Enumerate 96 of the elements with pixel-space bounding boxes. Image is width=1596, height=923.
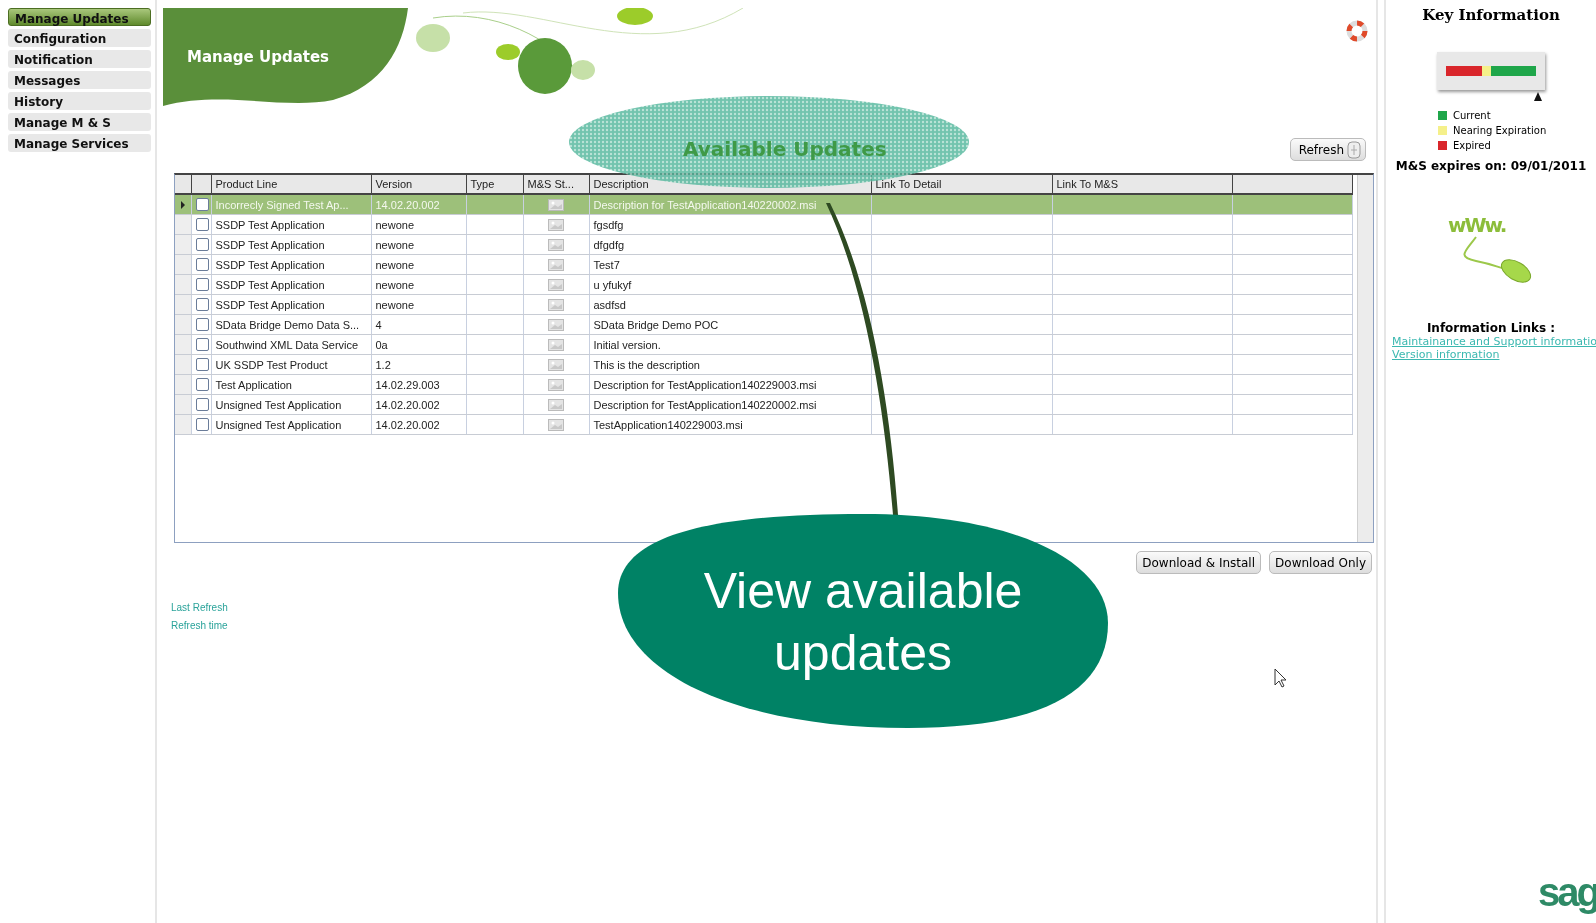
row-checkbox[interactable] xyxy=(195,378,209,391)
table-cell: newone xyxy=(371,274,466,295)
table-cell: SData Bridge Demo Data S... xyxy=(211,314,371,335)
row-checkbox[interactable] xyxy=(195,258,209,271)
refresh-label: Last Refresh xyxy=(171,602,229,613)
column-header[interactable]: Type xyxy=(466,175,523,194)
table-row[interactable]: SData Bridge Demo Data S... 4 SData Bridge Demo POC xyxy=(175,314,1352,335)
image-icon xyxy=(548,338,564,351)
panel-title: Key Information xyxy=(1422,6,1560,24)
row-pointer-icon xyxy=(180,200,186,209)
table-cell: 4 xyxy=(371,314,466,335)
table-row[interactable]: SSDP Test Application newone asdfsd xyxy=(175,294,1352,315)
image-icon xyxy=(548,238,564,251)
image-icon xyxy=(548,218,564,231)
pointer-triangle-icon xyxy=(1534,92,1542,101)
image-icon xyxy=(548,358,564,371)
row-checkbox[interactable] xyxy=(195,418,209,431)
row-checkbox[interactable] xyxy=(195,238,209,251)
table-cell: Unsigned Test Application xyxy=(211,394,371,415)
table-cell: UK SSDP Test Product xyxy=(211,354,371,375)
help-lifebuoy-icon[interactable] xyxy=(1346,20,1368,42)
table-row[interactable]: UK SSDP Test Product 1.2 This is the description xyxy=(175,354,1352,375)
refresh-label: Refresh time xyxy=(171,620,229,631)
table-row[interactable]: SSDP Test Application newone Test7 xyxy=(175,254,1352,275)
column-header[interactable]: Product Line xyxy=(211,175,371,194)
sidebar-item[interactable]: Manage Services xyxy=(8,134,151,152)
table-row[interactable]: Test Application 14.02.29.003 Description for TestApplication140229003.msi xyxy=(175,374,1352,395)
row-checkbox[interactable] xyxy=(195,358,209,371)
sidebar-item[interactable]: Notification xyxy=(8,50,151,68)
action-button[interactable]: Download & Install xyxy=(1136,551,1262,574)
table-cell: TestApplication140229003.msi xyxy=(589,414,871,435)
table-row[interactable]: Unsigned Test Application 14.02.20.002 TestApplication140229003.msi xyxy=(175,414,1352,435)
action-button[interactable]: Download Only xyxy=(1269,551,1372,574)
refresh-icon xyxy=(1347,140,1361,159)
row-checkbox[interactable] xyxy=(195,298,209,311)
column-header[interactable]: Version xyxy=(371,175,466,194)
table-cell: 14.02.20.002 xyxy=(371,414,466,435)
table-cell: newone xyxy=(371,254,466,275)
callout-text: Available Updates xyxy=(683,137,887,161)
image-icon xyxy=(548,378,564,391)
mouse-cursor-icon xyxy=(1274,668,1288,688)
table-cell: SSDP Test Application xyxy=(211,294,371,315)
expiry-date: M&S expires on: 09/01/2011 xyxy=(1395,159,1587,173)
table-row[interactable]: SSDP Test Application newone u yfukyf xyxy=(175,274,1352,295)
column-header[interactable]: Link To Detail xyxy=(871,175,1052,194)
table-cell: Description for TestApplication140229003.msi xyxy=(589,374,871,395)
table-row[interactable]: SSDP Test Application newone dfgdfg xyxy=(175,234,1352,255)
scrollbar[interactable] xyxy=(1357,175,1373,542)
table-cell: 14.02.20.002 xyxy=(371,394,466,415)
sidebar-item[interactable]: Messages xyxy=(8,71,151,89)
table-cell: 0a xyxy=(371,334,466,355)
table-cell: Test Application xyxy=(211,374,371,395)
links-title: Information Links : xyxy=(1426,321,1556,335)
sidebar-item[interactable]: Manage M & S xyxy=(8,113,151,131)
table-cell: SSDP Test Application xyxy=(211,254,371,275)
table-cell: newone xyxy=(371,214,466,235)
column-header[interactable]: Link To M&S xyxy=(1052,175,1232,194)
table-cell: newone xyxy=(371,294,466,315)
row-checkbox[interactable] xyxy=(195,278,209,291)
row-checkbox[interactable] xyxy=(195,338,209,351)
callout-text: View available updates xyxy=(702,562,1024,683)
table-cell: 1.2 xyxy=(371,354,466,375)
sidebar-item[interactable]: Manage Updates xyxy=(8,8,151,26)
legend-label: Current xyxy=(1453,110,1491,121)
company-logo: sag xyxy=(1538,870,1596,915)
column-header[interactable]: M&S St... xyxy=(523,175,589,194)
table-cell: Unsigned Test Application xyxy=(211,414,371,435)
row-checkbox[interactable] xyxy=(195,198,209,211)
refresh-button[interactable]: Refresh xyxy=(1289,138,1366,161)
image-icon xyxy=(548,418,564,431)
table-row[interactable]: Unsigned Test Application 14.02.20.002 Description for TestApplication140220002.msi xyxy=(175,394,1352,415)
table-row[interactable]: Southwind XML Data Service 0a Initial version. xyxy=(175,334,1352,355)
image-icon xyxy=(548,258,564,271)
table-cell: SSDP Test Application xyxy=(211,234,371,255)
table-cell: Description for TestApplication140220002.msi xyxy=(589,394,871,415)
legend-label: Expired xyxy=(1453,140,1491,151)
table-cell: 14.02.29.003 xyxy=(371,374,466,395)
table-cell: Southwind XML Data Service xyxy=(211,334,371,355)
image-icon xyxy=(548,198,564,211)
row-checkbox[interactable] xyxy=(195,218,209,231)
page-title: Manage Updates xyxy=(187,48,330,66)
row-checkbox[interactable] xyxy=(195,398,209,411)
table-cell: SSDP Test Application xyxy=(211,214,371,235)
table-cell: SSDP Test Application xyxy=(211,274,371,295)
image-icon xyxy=(548,298,564,311)
sidebar-item[interactable]: Configuration xyxy=(8,29,151,47)
row-checkbox[interactable] xyxy=(195,318,209,331)
table-cell: newone xyxy=(371,234,466,255)
legend-label: Nearing Expiration xyxy=(1453,125,1547,136)
www-label: wWw. xyxy=(1448,213,1506,237)
table-cell: This is the description xyxy=(589,354,871,375)
sidebar-item[interactable]: History xyxy=(8,92,151,110)
image-icon xyxy=(548,398,564,411)
image-icon xyxy=(548,278,564,291)
image-icon xyxy=(548,318,564,331)
table-row[interactable]: SSDP Test Application newone fgsdfg xyxy=(175,214,1352,235)
